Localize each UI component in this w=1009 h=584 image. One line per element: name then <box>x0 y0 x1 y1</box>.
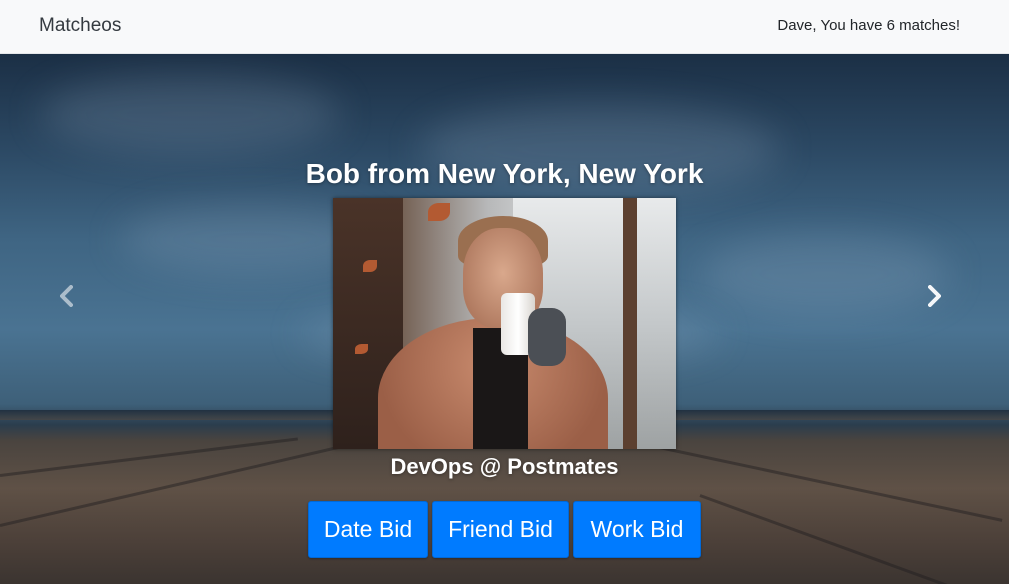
match-job: DevOps @ Postmates <box>390 454 619 479</box>
cloud-decoration <box>700 234 950 314</box>
photo-leaf <box>355 344 368 354</box>
match-photo <box>333 198 676 449</box>
photo-leaf <box>363 260 377 272</box>
photo-glove <box>528 308 566 366</box>
cloud-decoration <box>40 74 340 154</box>
carousel-next-button[interactable] <box>914 276 954 316</box>
matches-greeting: Dave, You have 6 matches! <box>777 17 960 34</box>
hero-background: Bob from New York, New York DevOps @ Pos… <box>0 54 1009 584</box>
match-title: Bob from New York, New York <box>305 158 704 189</box>
friend-bid-button[interactable]: Friend Bid <box>432 501 569 558</box>
work-bid-button[interactable]: Work Bid <box>573 501 701 558</box>
bid-button-group: Date Bid Friend Bid Work Bid <box>0 501 1009 558</box>
chevron-left-icon <box>60 285 73 307</box>
date-bid-button[interactable]: Date Bid <box>308 501 428 558</box>
chevron-right-icon <box>928 285 941 307</box>
photo-pole <box>623 198 637 449</box>
top-navbar: Matcheos Dave, You have 6 matches! <box>0 0 1009 54</box>
brand-link[interactable]: Matcheos <box>39 15 121 37</box>
photo-leaf <box>428 203 450 221</box>
carousel-prev-button[interactable] <box>47 276 87 316</box>
